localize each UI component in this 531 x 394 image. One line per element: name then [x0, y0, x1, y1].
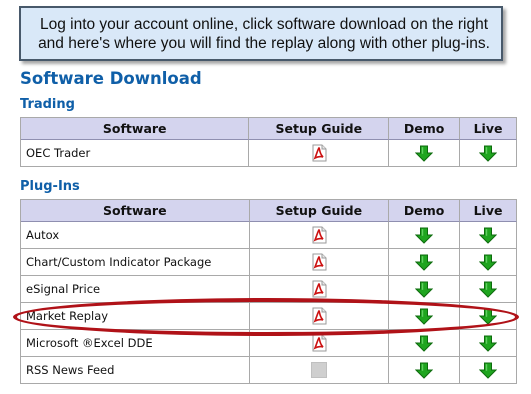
header-setup-guide: Setup Guide — [249, 118, 390, 140]
table-row-market-replay: Market Replay — [21, 303, 517, 330]
table-row: Microsoft ®Excel DDE — [21, 330, 517, 357]
pdf-icon[interactable] — [310, 280, 328, 298]
callout-text: Log into your account online, click soft… — [38, 16, 490, 52]
table-header-row: Software Setup Guide Demo Live — [21, 200, 517, 222]
download-arrow-icon[interactable] — [478, 227, 498, 244]
page-title: Software Download — [20, 69, 202, 88]
download-arrow-icon[interactable] — [478, 145, 498, 162]
table-row: Autox — [21, 222, 517, 249]
header-demo: Demo — [389, 118, 461, 140]
header-live: Live — [460, 118, 517, 140]
header-software: Software — [21, 118, 250, 140]
plugins-table: Software Setup Guide Demo Live Autox Cha… — [20, 199, 517, 384]
download-arrow-icon[interactable] — [478, 308, 498, 325]
section-title-trading: Trading — [20, 97, 75, 112]
trading-table: Software Setup Guide Demo Live OEC Trade… — [20, 117, 517, 167]
download-arrow-icon[interactable] — [414, 281, 434, 298]
table-row: OEC Trader — [21, 140, 517, 167]
pdf-icon[interactable] — [310, 226, 328, 244]
table-row: Chart/Custom Indicator Package — [21, 249, 517, 276]
download-arrow-icon[interactable] — [414, 308, 434, 325]
pdf-icon[interactable] — [310, 144, 328, 162]
header-software: Software — [21, 200, 250, 222]
software-name: OEC Trader — [21, 140, 250, 167]
download-arrow-icon[interactable] — [414, 335, 434, 352]
header-setup-guide: Setup Guide — [249, 200, 390, 222]
section-title-plugins: Plug-Ins — [20, 179, 80, 194]
download-arrow-icon[interactable] — [478, 362, 498, 379]
download-arrow-icon[interactable] — [414, 145, 434, 162]
pdf-icon[interactable] — [310, 253, 328, 271]
download-arrow-icon[interactable] — [478, 281, 498, 298]
software-name: Chart/Custom Indicator Package — [21, 249, 250, 276]
blank-guide-icon — [310, 362, 327, 378]
software-name: Autox — [21, 222, 250, 249]
pdf-icon[interactable] — [310, 334, 328, 352]
software-name: RSS News Feed — [21, 357, 250, 384]
instruction-callout: Log into your account online, click soft… — [19, 6, 503, 61]
download-arrow-icon[interactable] — [414, 362, 434, 379]
pdf-icon[interactable] — [310, 307, 328, 325]
download-arrow-icon[interactable] — [414, 227, 434, 244]
download-arrow-icon[interactable] — [478, 335, 498, 352]
software-name: eSignal Price — [21, 276, 250, 303]
header-demo: Demo — [389, 200, 461, 222]
table-row: eSignal Price — [21, 276, 517, 303]
table-row: RSS News Feed — [21, 357, 517, 384]
software-name: Microsoft ®Excel DDE — [21, 330, 250, 357]
software-name: Market Replay — [21, 303, 250, 330]
download-arrow-icon[interactable] — [478, 254, 498, 271]
download-arrow-icon[interactable] — [414, 254, 434, 271]
header-live: Live — [460, 200, 517, 222]
table-header-row: Software Setup Guide Demo Live — [21, 118, 517, 140]
